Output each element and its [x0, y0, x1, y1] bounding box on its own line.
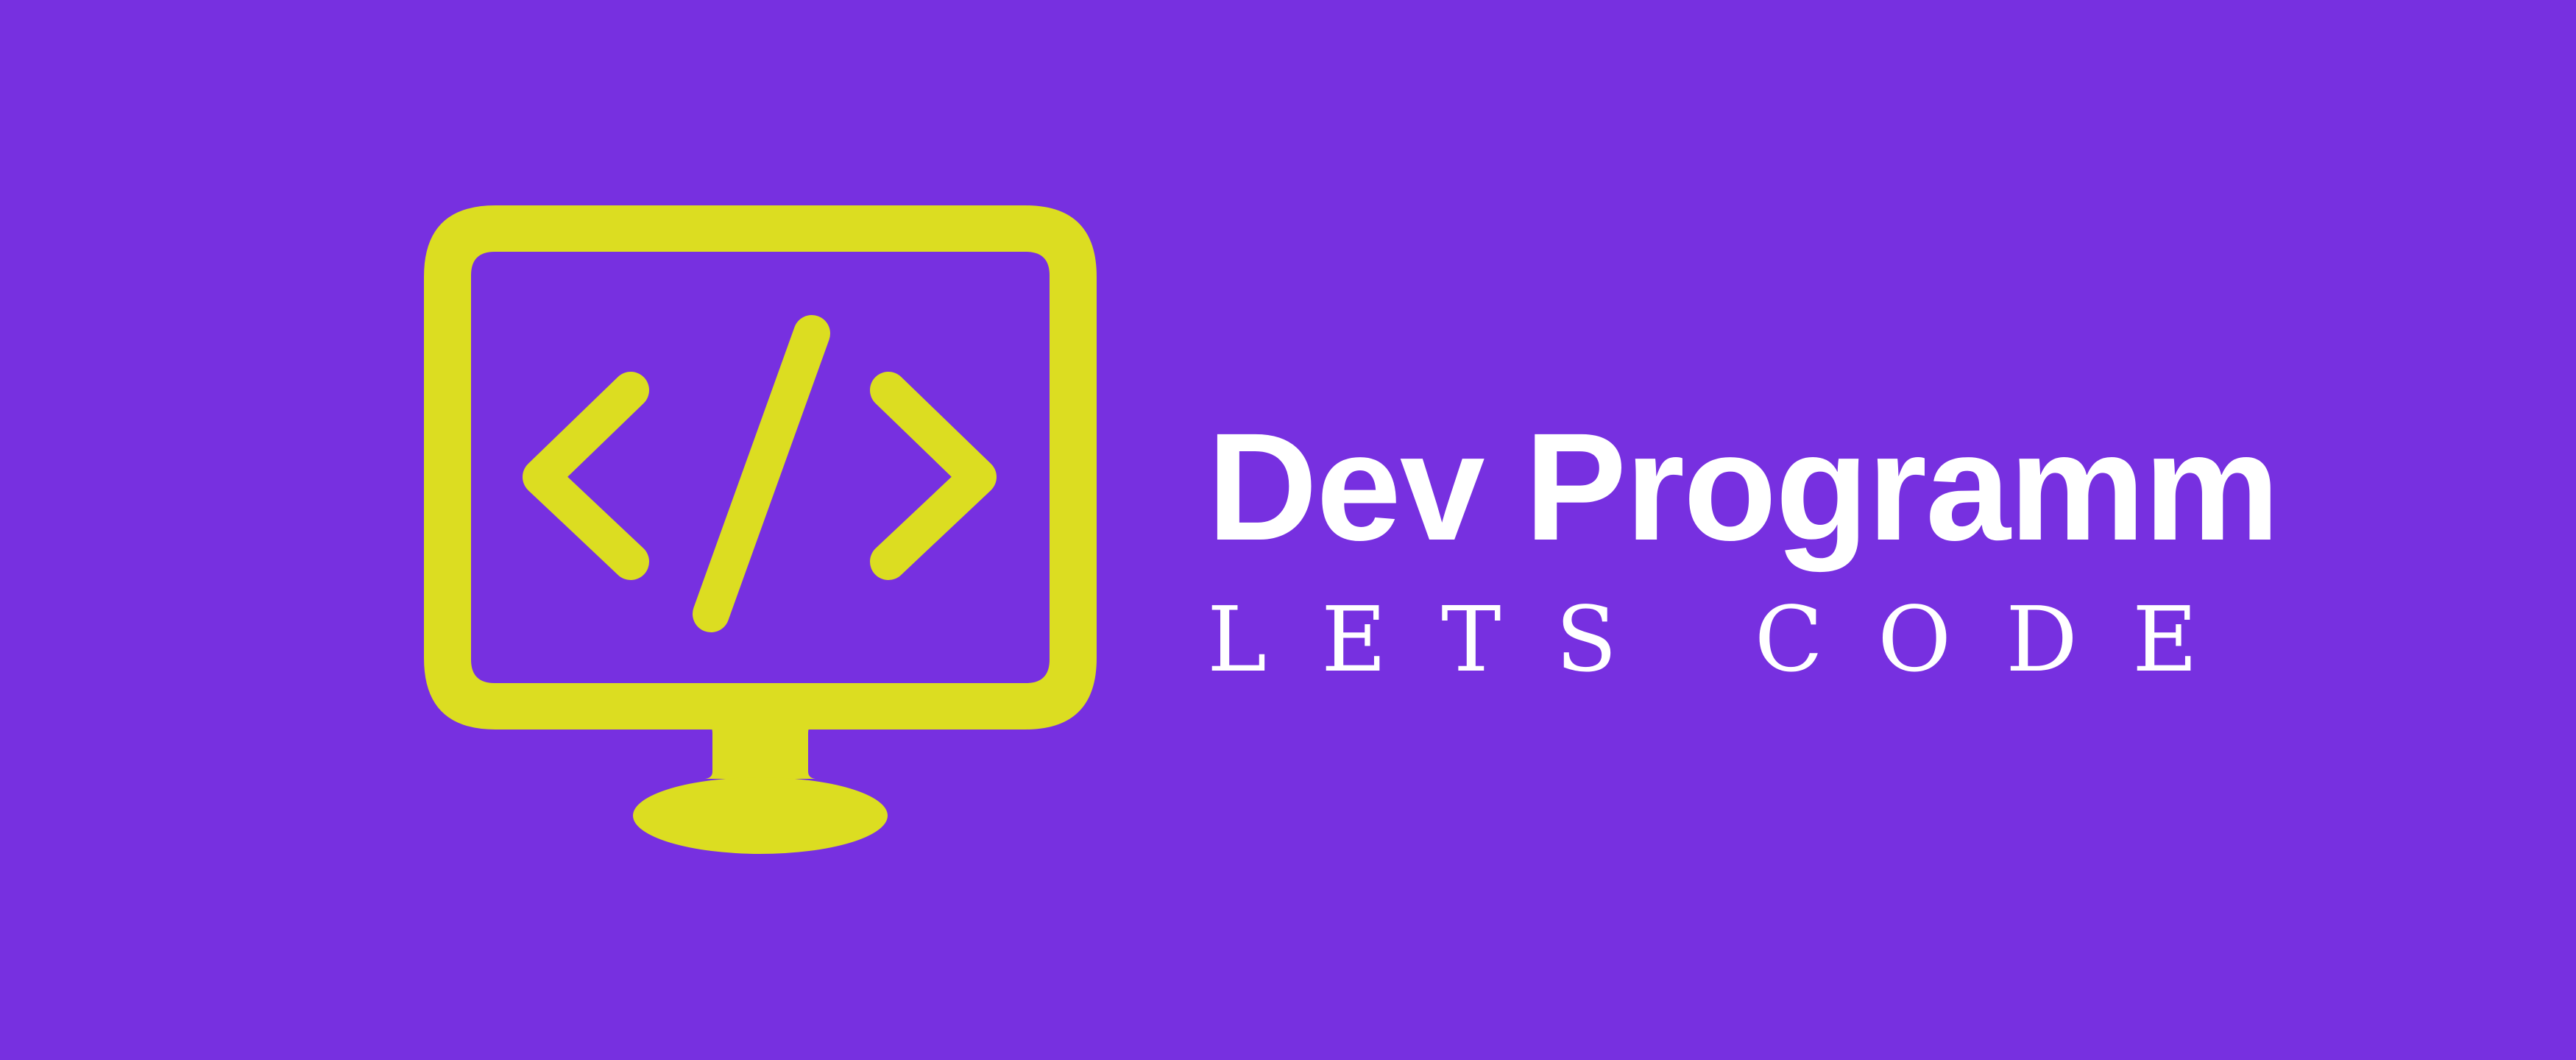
brand-title: Dev Programm: [1207, 402, 2280, 573]
right-angle-bracket: [870, 372, 997, 580]
monitor-stand-neck: [705, 725, 815, 779]
logo-banner: Dev Programm LETS CODE: [0, 0, 2576, 1060]
monitor-stand-base: [633, 777, 888, 854]
brand-tagline: LETS CODE: [1207, 587, 2253, 692]
slash: [693, 315, 830, 632]
left-angle-bracket: [523, 372, 649, 580]
code-brackets-icon: [523, 315, 997, 632]
